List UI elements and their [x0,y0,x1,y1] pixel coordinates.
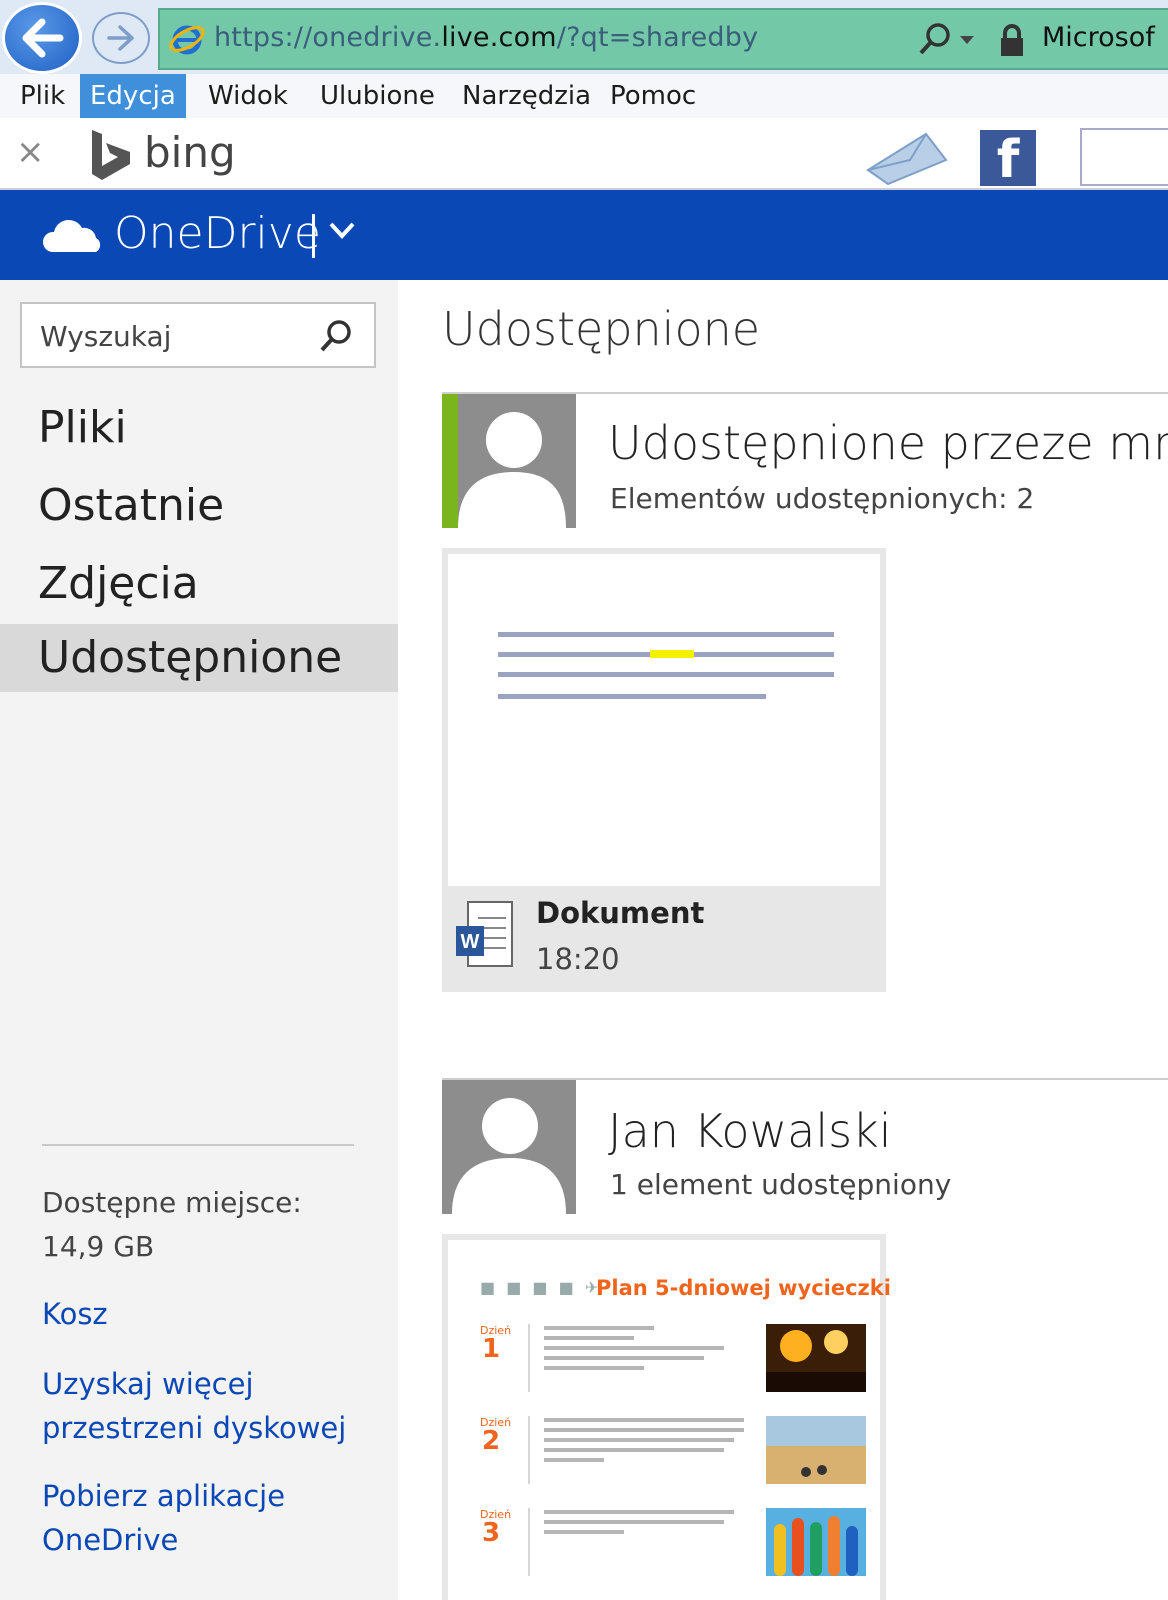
toolbar-close-icon[interactable]: × [16,132,45,172]
sidebar-divider [42,1144,354,1146]
browser-menu-bar: Plik Edycja Widok Ulubione Narzędzia Pom… [0,74,1168,118]
search-dropdown-icon[interactable] [960,36,974,44]
file-tile[interactable]: ■ ■ ■ ■ ✈ Plan 5-dniowej wycieczki Dzień… [442,1234,891,1600]
menu-file[interactable]: Plik [10,74,75,118]
storage-label: Dostępne miejsce: [42,1186,302,1219]
forward-button[interactable] [92,12,150,64]
section-subtitle: 1 element udostępniony [610,1168,952,1201]
nav-item-recent[interactable]: Ostatnie [0,472,398,540]
sidebar: Wyszukaj Pliki Ostatnie Zdjęcia Udostępn… [0,280,398,1600]
search-input[interactable]: Wyszukaj [20,302,376,368]
back-button[interactable] [2,2,82,74]
get-apps-line1: Pobierz aplikacje [42,1479,286,1513]
nav-item-photos[interactable]: Zdjęcia [0,550,398,618]
chevron-down-icon[interactable] [328,220,356,240]
url-domain: live.com [441,22,557,53]
more-storage-link[interactable]: Uzyskaj więcej przestrzeni dyskowej [42,1362,346,1450]
nav-item-files[interactable]: Pliki [0,394,398,462]
menu-view[interactable]: Widok [198,74,298,118]
address-bar[interactable]: https://onedrive.live.com/?qt=sharedby M… [158,8,1168,70]
more-storage-line2: przestrzeni dyskowej [42,1411,347,1445]
file-time: 18:20 [536,942,620,976]
browser-address-row: https://onedrive.live.com/?qt=sharedby M… [0,0,1168,74]
day-number: 2 [482,1426,501,1456]
search-placeholder: Wyszukaj [40,320,172,353]
site-identity[interactable]: Microsof [1042,22,1155,53]
section-title-jan-kowalski[interactable]: Jan Kowalski [608,1104,892,1158]
mail-icon[interactable] [866,130,948,186]
surfboards-photo [766,1508,866,1576]
more-storage-line1: Uzyskaj więcej [42,1367,254,1401]
address-url[interactable]: https://onedrive.live.com/?qt=sharedby [214,22,758,53]
file-thumbnail: ■ ■ ■ ■ ✈ Plan 5-dniowej wycieczki Dzień… [448,1240,891,1600]
onedrive-header: OneDrive [0,190,1168,280]
onedrive-cloud-icon[interactable] [40,218,106,254]
facebook-icon[interactable]: f [980,130,1036,190]
get-apps-line2: OneDrive [42,1523,179,1557]
address-search-icon[interactable] [918,22,952,56]
page-title: Udostępnione [442,302,761,356]
preview-title: Plan 5-dniowej wycieczki [596,1276,891,1300]
nav-item-shared[interactable]: Udostępnione [0,624,398,692]
internet-explorer-icon [169,25,205,55]
bing-toolbar: × bing f [0,118,1168,190]
header-divider [312,214,315,258]
svg-text:W: W [461,931,480,953]
section-subtitle: Elementów udostępnionych: 2 [610,482,1035,515]
file-thumbnail [448,554,880,886]
menu-favorites[interactable]: Ulubione [310,74,445,118]
section-title-shared-by-me[interactable]: Udostępnione przeze mnie [608,416,1168,470]
storage-value: 14,9 GB [42,1230,155,1263]
menu-help[interactable]: Pomoc [600,74,706,118]
word-document-icon: W [456,901,513,967]
trash-link[interactable]: Kosz [42,1292,108,1336]
forward-arrow-icon [107,25,134,51]
app-title[interactable]: OneDrive [114,208,321,259]
back-arrow-icon [22,18,64,58]
toolbar-search-input[interactable] [1080,128,1168,186]
person-icon [452,1098,566,1214]
file-tile[interactable]: W Dokument 18:20 [442,548,886,992]
search-icon[interactable] [318,318,354,354]
bing-logo-icon [92,130,130,180]
avatar[interactable] [442,1080,576,1214]
day-number: 3 [482,1518,501,1548]
menu-edit[interactable]: Edycja [80,74,186,118]
travel-icons: ■ ■ ■ ■ ✈ [480,1278,602,1297]
concert-photo [766,1324,866,1392]
lock-icon[interactable] [998,24,1026,58]
url-prefix: https://onedrive. [214,22,442,53]
get-apps-link[interactable]: Pobierz aplikacje OneDrive [42,1474,285,1562]
day-number: 1 [482,1334,501,1364]
avatar[interactable] [442,394,576,528]
menu-tools[interactable]: Narzędzia [452,74,601,118]
person-icon [458,412,566,528]
url-suffix: /?qt=sharedby [556,22,759,53]
beach-photo [766,1416,866,1484]
file-name: Dokument [536,896,705,930]
bing-brand: bing [144,128,236,177]
